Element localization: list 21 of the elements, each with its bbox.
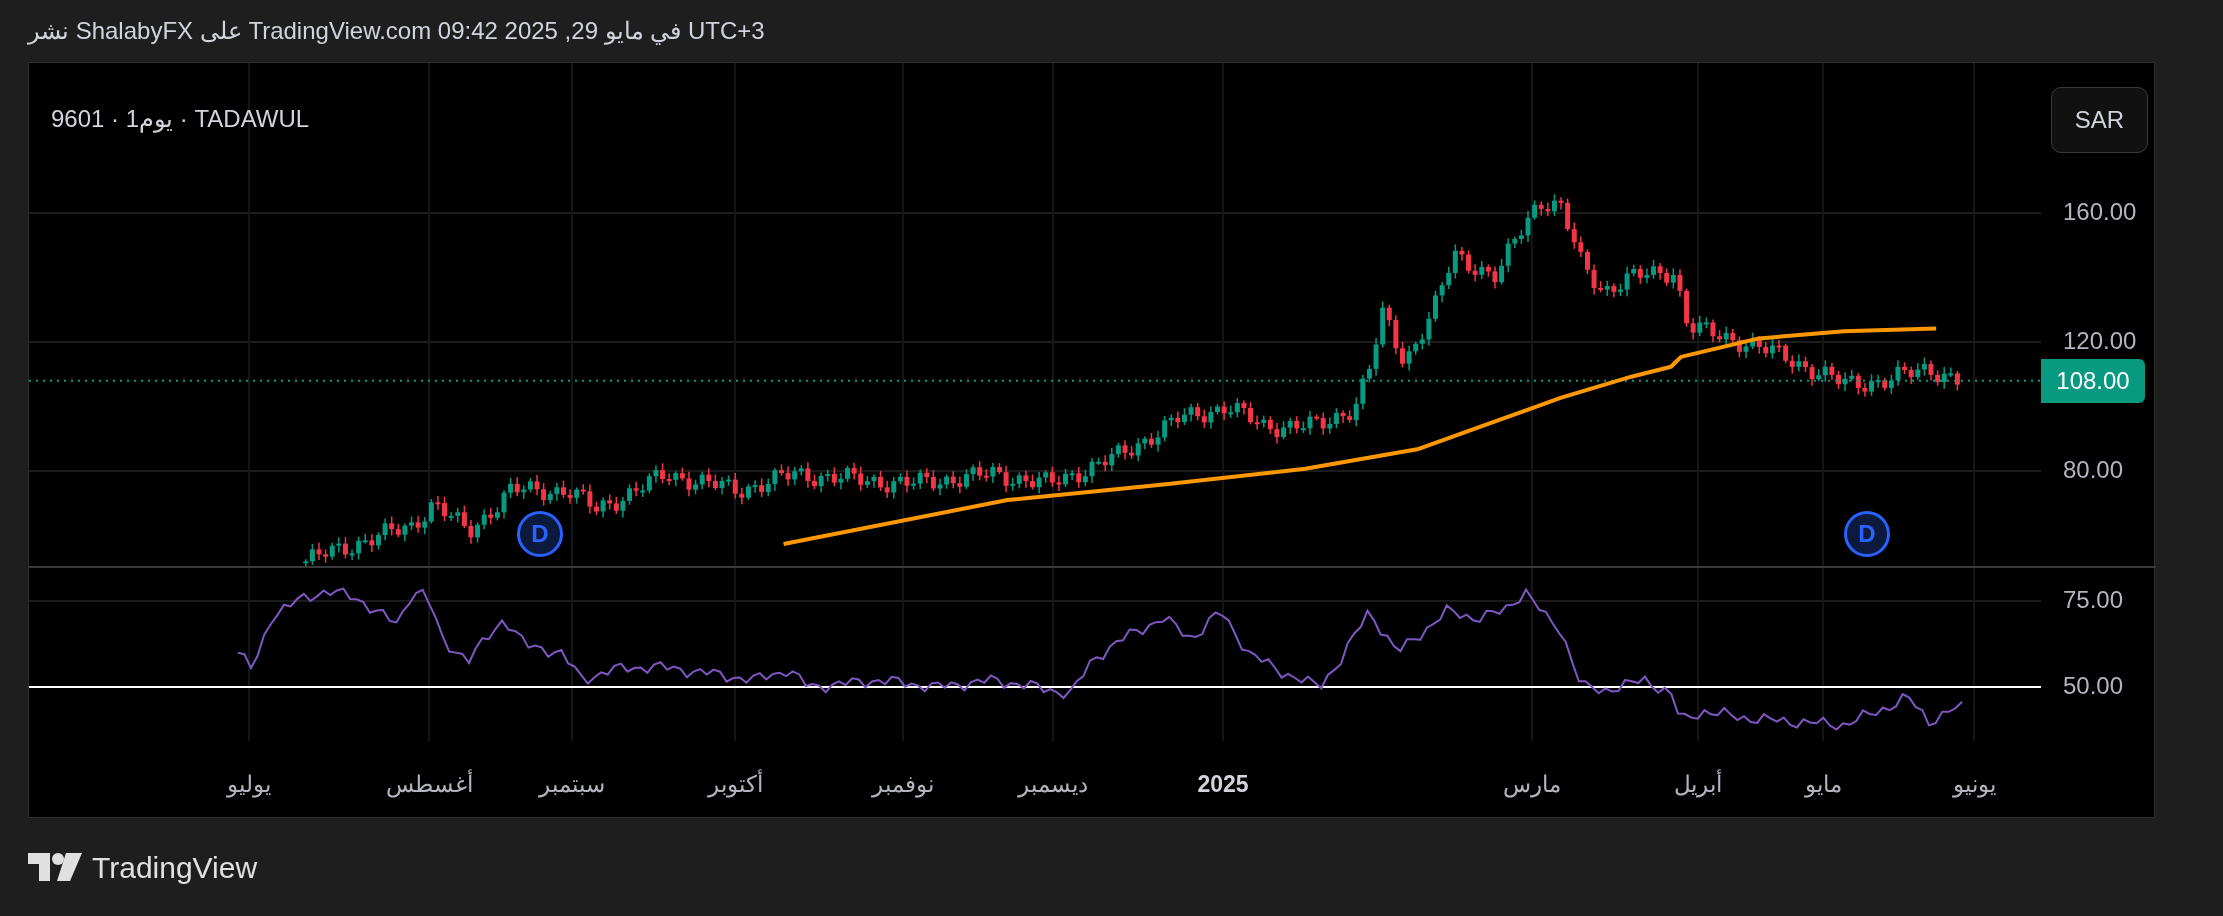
time-axis-label: نوفمبر — [872, 773, 934, 796]
time-axis-label: مايو — [1804, 773, 1842, 796]
last-price-label: 108.00 — [2041, 358, 2145, 403]
price-axis-label: 80.00 — [2063, 458, 2124, 482]
dividend-marker[interactable]: D — [1844, 511, 1890, 557]
time-axis-label: سبتمبر — [539, 773, 605, 796]
time-axis-label: 2025 — [1197, 773, 1249, 796]
rsi-axis-label: 50.00 — [2063, 674, 2124, 698]
price-axis-label: 120.00 — [2063, 329, 2137, 353]
logo-text: TradingView — [92, 849, 258, 886]
dividend-marker[interactable]: D — [517, 511, 563, 557]
logo-icon — [28, 853, 82, 881]
symbol-title: 9601 · يوم1 · TADAWUL — [51, 107, 310, 131]
time-axis-label: يونيو — [1952, 773, 1996, 796]
price-axis-label: 160.00 — [2063, 200, 2137, 224]
time-axis-label: يوليو — [227, 773, 271, 796]
publish-info: نشر ShalabyFX على TradingView.com في مايو 29, 2025 09:42 UTC+3 — [28, 16, 765, 47]
time-axis-label: ديسمبر — [1018, 773, 1088, 796]
currency-button[interactable]: SAR — [2051, 87, 2148, 153]
time-axis-label: مارس — [1503, 773, 1561, 796]
rsi-axis-label: 75.00 — [2063, 588, 2124, 612]
